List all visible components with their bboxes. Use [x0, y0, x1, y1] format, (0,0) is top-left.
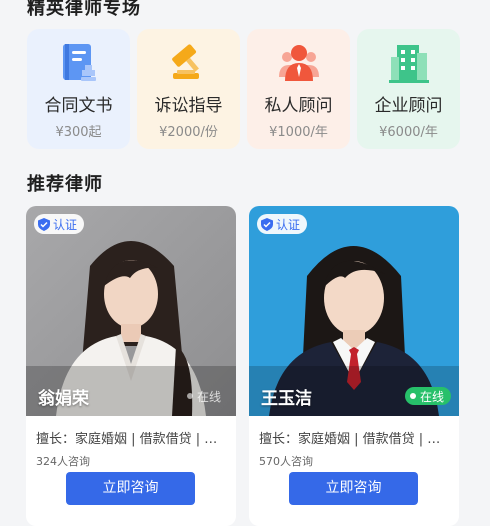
- status-dot-icon: [186, 393, 193, 399]
- personal-advisor-icon: [278, 45, 319, 81]
- verified-badge: 认证: [34, 214, 85, 234]
- service-card-personal-advisor[interactable]: 私人顾问 ¥1000/年: [247, 29, 350, 149]
- service-price: ¥1000/年: [269, 125, 328, 140]
- section-title-recommended: 推荐律师: [27, 174, 103, 195]
- status-label: 在线: [419, 389, 444, 404]
- service-price: ¥6000/年: [379, 125, 438, 140]
- enterprise-building-icon: [388, 45, 429, 83]
- service-name: 合同文书: [44, 96, 113, 116]
- lawyer-card[interactable]: 认证 翁娟荣 在线 擅长：家庭婚姻 | 借款借贷 | 合... 324人咨询 立…: [26, 206, 236, 526]
- verified-label: 认证: [276, 217, 301, 232]
- verified-label: 认证: [53, 217, 78, 232]
- lawyer-card[interactable]: 认证 王玉洁 在线 擅长：家庭婚姻 | 借款借贷 | 劳... 570人咨询 立…: [249, 206, 459, 526]
- service-card-litigation[interactable]: 诉讼指导 ¥2000/份: [137, 29, 240, 149]
- consult-count: 570人咨询: [259, 455, 313, 468]
- consult-now-button[interactable]: 立即咨询: [289, 472, 418, 505]
- consult-count: 324人咨询: [36, 455, 90, 468]
- online-status: 在线: [404, 387, 451, 405]
- shield-check-icon: [38, 217, 50, 231]
- service-name: 企业顾问: [374, 96, 443, 116]
- service-card-enterprise-advisor[interactable]: 企业顾问 ¥6000/年: [357, 29, 460, 149]
- service-name: 私人顾问: [264, 96, 333, 116]
- contract-document-icon: [62, 44, 96, 81]
- service-card-contract[interactable]: 合同文书 ¥300起: [27, 29, 130, 149]
- lawyer-name: 王玉洁: [261, 389, 312, 409]
- gavel-icon: [171, 44, 199, 79]
- service-name: 诉讼指导: [154, 96, 223, 116]
- consult-now-button[interactable]: 立即咨询: [66, 472, 195, 505]
- verified-badge: 认证: [257, 214, 308, 234]
- service-price: ¥300起: [55, 125, 102, 140]
- lawyer-specialty: 擅长：家庭婚姻 | 借款借贷 | 劳...: [259, 432, 451, 447]
- service-price: ¥2000/份: [159, 125, 218, 140]
- status-dot-icon: [409, 393, 416, 399]
- lawyer-specialty: 擅长：家庭婚姻 | 借款借贷 | 合...: [36, 432, 228, 447]
- online-status: 在线: [182, 387, 228, 405]
- section-title-elite: 精英律师专场: [27, 0, 141, 19]
- shield-check-icon: [261, 217, 273, 231]
- lawyer-name: 翁娟荣: [38, 389, 89, 409]
- status-label: 在线: [196, 389, 221, 404]
